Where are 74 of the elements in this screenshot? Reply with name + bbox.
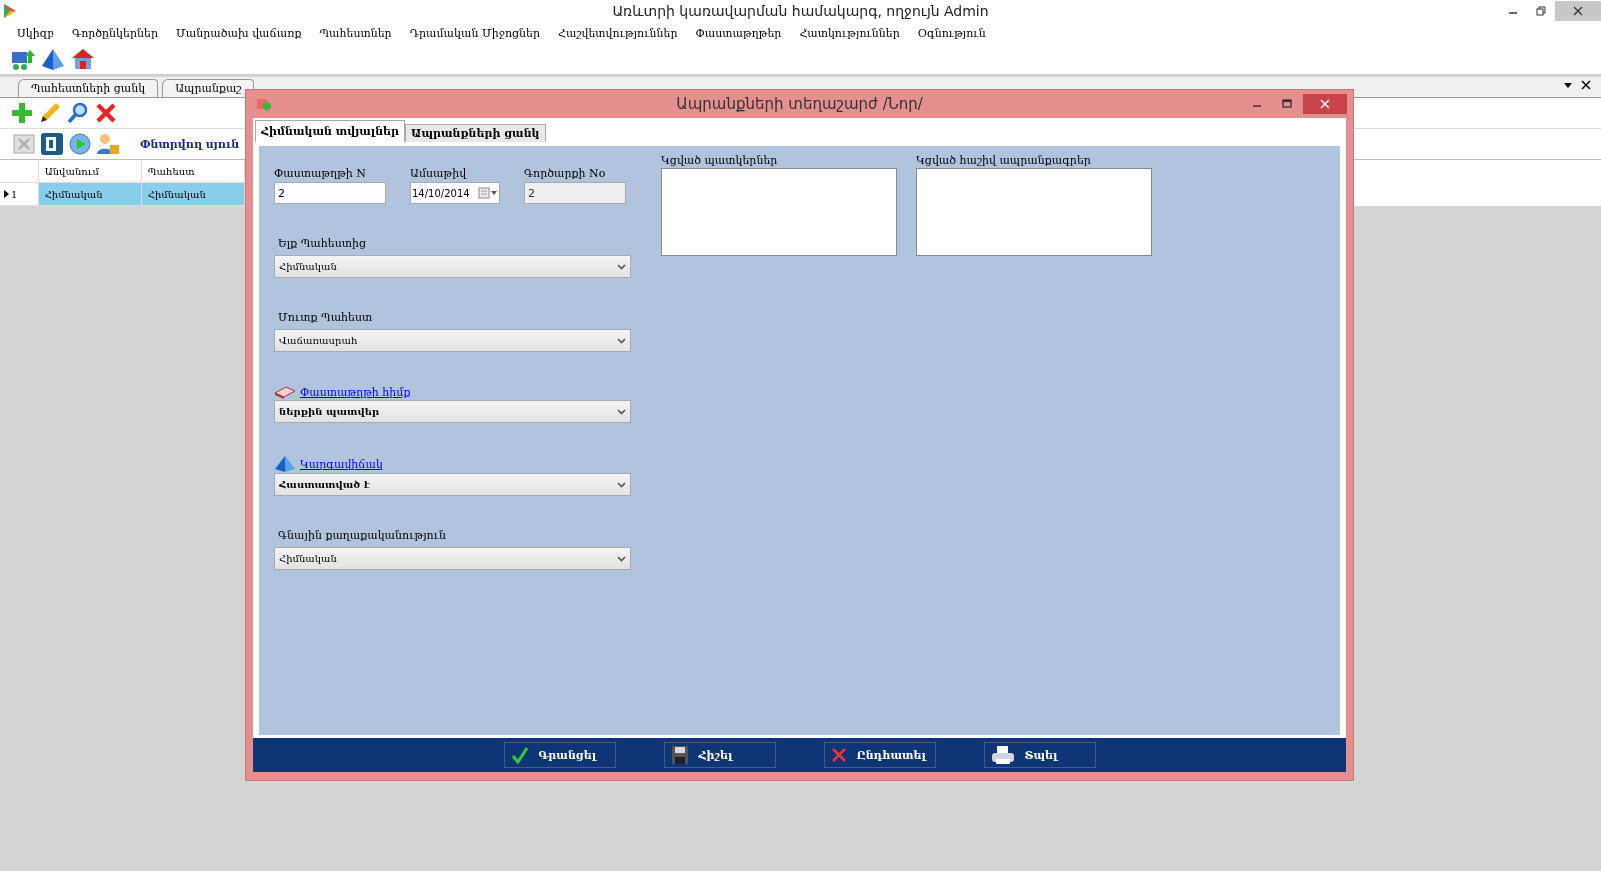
chevron-down-icon xyxy=(617,408,626,415)
form-tab[interactable]: Հիմնական տվյալներ xyxy=(255,120,405,142)
restore-icon xyxy=(1536,6,1546,16)
user-lock-icon[interactable] xyxy=(96,132,120,156)
action-button[interactable]: Ընդհատել xyxy=(823,742,936,768)
menu-item[interactable]: Հաշվետվություններ xyxy=(549,26,687,40)
dialog-app-icon xyxy=(256,96,272,112)
link[interactable]: Փաստաթղթի հիմք xyxy=(300,385,411,399)
menu-item[interactable]: Պահեստներ xyxy=(310,26,401,40)
house-icon[interactable] xyxy=(70,47,96,71)
form-tab[interactable]: Ապրանքների ցանկ xyxy=(405,124,546,142)
dropdown[interactable]: Հիմնական xyxy=(274,255,631,278)
document-tab[interactable]: Ապրանքաշ xyxy=(162,79,255,97)
field-label: Ամսաթիվ xyxy=(410,167,468,181)
attachment-box[interactable] xyxy=(661,168,897,256)
menu-item[interactable]: Դրամական Միջոցներ xyxy=(400,26,550,40)
dropdown[interactable]: ներքին պատվեր xyxy=(274,400,631,423)
chevron-down-icon xyxy=(617,481,626,488)
table-cell[interactable]: Հիմնական xyxy=(141,183,245,205)
maximize-icon xyxy=(1282,99,1292,109)
document-tab[interactable]: Պահեստների ցանկ xyxy=(18,79,159,97)
document-number-field[interactable]: 2 xyxy=(274,182,386,204)
printer-icon xyxy=(990,745,1015,765)
menu-item[interactable]: Օգնություն xyxy=(908,26,995,40)
field-label: Գնային քաղաքականություն xyxy=(277,529,447,543)
table-cell[interactable]: Հիմնական xyxy=(38,183,142,205)
row-number: 1 xyxy=(0,183,39,205)
menu-item[interactable]: Մանրածախ վաճառք xyxy=(167,26,311,40)
check-icon xyxy=(510,746,529,764)
play-icon[interactable] xyxy=(68,132,92,156)
close-icon xyxy=(1320,99,1330,109)
action-button[interactable]: Գրանցել xyxy=(503,742,616,768)
chevron-down-icon xyxy=(617,263,626,270)
dropdown[interactable]: Վաճառասրահ xyxy=(274,329,631,352)
app-logo-icon xyxy=(2,3,18,19)
dropdown[interactable]: Հիմնական xyxy=(274,547,631,570)
field-label: Փաստաթղթի N xyxy=(274,167,367,181)
chevron-down-icon xyxy=(617,337,626,344)
dropdown[interactable]: Հաստատված է xyxy=(274,473,631,496)
close-button[interactable] xyxy=(1555,1,1601,21)
close-button[interactable] xyxy=(1303,94,1347,114)
search-icon[interactable] xyxy=(66,101,90,125)
field-label: Գործարքի No xyxy=(524,167,607,181)
cross-icon xyxy=(830,747,847,763)
field-label: Մուտք Պահեստ xyxy=(277,311,374,325)
book-icon xyxy=(274,385,296,399)
search-column-label: Փնտրվող սյուն xyxy=(140,137,240,151)
chevron-down-icon xyxy=(617,555,626,562)
menu-item[interactable]: Սկիզբ xyxy=(8,26,64,40)
calendar-icon xyxy=(478,187,498,199)
floppy-icon xyxy=(670,745,689,765)
field-label: Կցված պատկերներ xyxy=(661,154,779,168)
menu-item[interactable]: Փաստաթղթեր xyxy=(686,26,791,40)
window-title: Առևտրի կառավարման համակարգ, ողջույն Admin xyxy=(612,3,989,19)
dialog-title: Ապրանքների տեղաշարժ /Նոր/ xyxy=(676,95,923,113)
action-button[interactable]: Հիշել xyxy=(663,742,776,768)
dropdown-icon[interactable] xyxy=(1563,80,1573,90)
delete-icon[interactable] xyxy=(94,101,118,125)
close-icon[interactable] xyxy=(1581,80,1591,90)
pyramid-icon[interactable] xyxy=(40,47,66,71)
link[interactable]: Կարգավիճակ xyxy=(300,457,383,471)
close-icon xyxy=(1573,6,1583,16)
field-label: Ելք Պահեստից xyxy=(277,237,368,251)
attachment-box[interactable] xyxy=(916,168,1152,256)
action-button[interactable]: Տպել xyxy=(983,742,1096,768)
menu-item[interactable]: Հատկություններ xyxy=(790,26,909,40)
date-picker[interactable]: 14/10/2014 xyxy=(410,182,500,204)
add-icon[interactable] xyxy=(10,101,34,125)
pencil-icon[interactable] xyxy=(38,101,62,125)
field-label: Կցված հաշիվ ապրանքագրեր xyxy=(916,154,1092,168)
report-icon[interactable] xyxy=(40,132,64,156)
current-row-icon xyxy=(4,190,9,198)
menu-item[interactable]: Գործընկերներ xyxy=(63,26,167,40)
pyramid-icon xyxy=(274,456,296,472)
